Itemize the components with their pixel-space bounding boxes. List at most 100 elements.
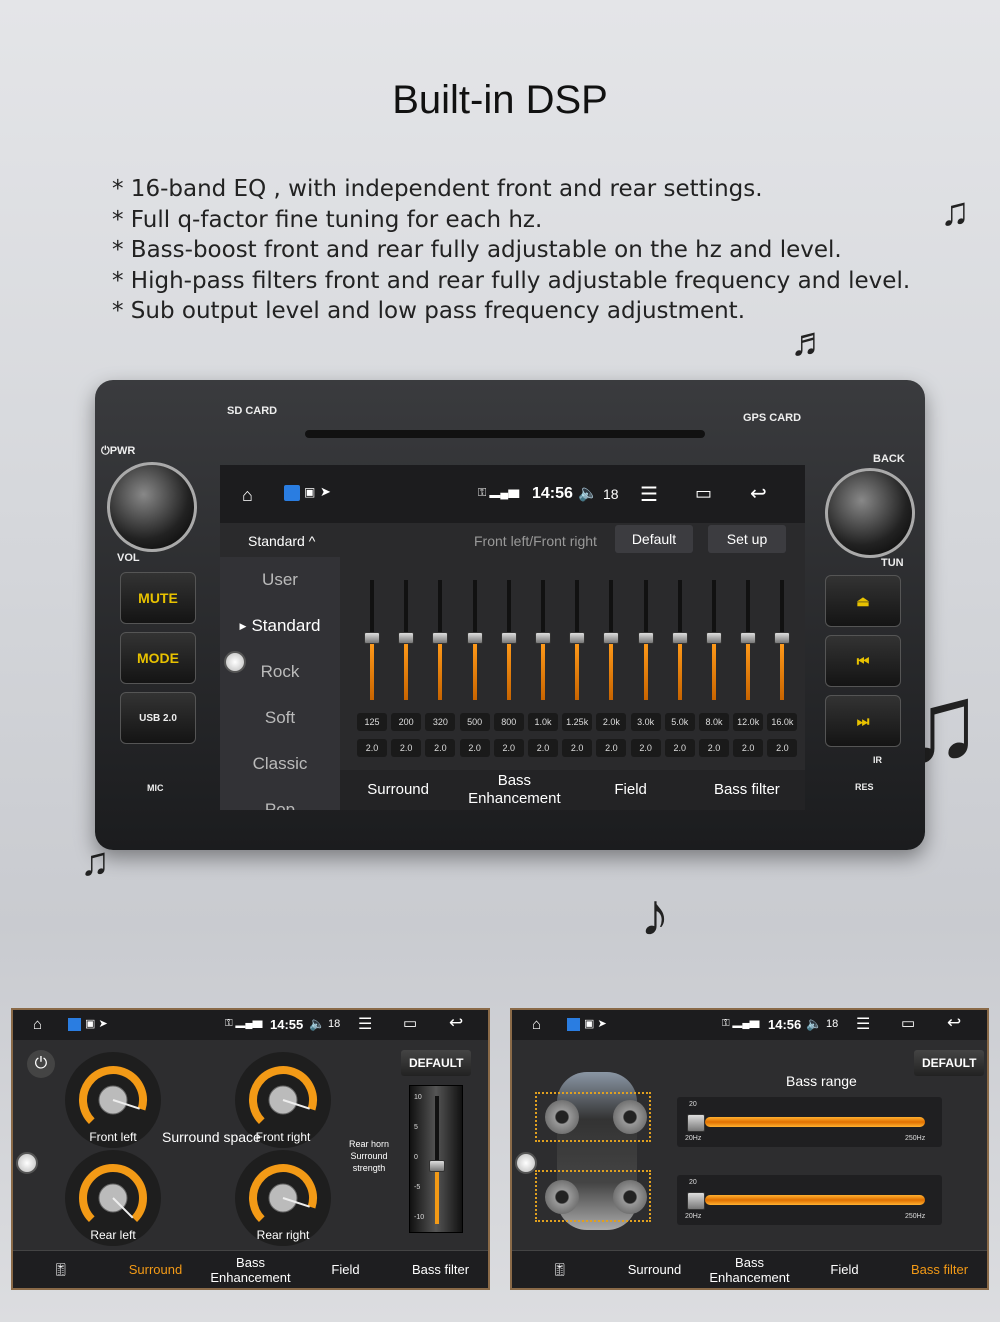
recent-apps-icon[interactable]: ▭ bbox=[403, 1014, 417, 1032]
previous-button[interactable]: ⏮ bbox=[825, 635, 901, 687]
eq-frequency[interactable]: 3.0k bbox=[630, 713, 661, 731]
slider-thumb[interactable] bbox=[687, 1192, 705, 1210]
eq-q-value[interactable]: 2.0 bbox=[733, 739, 764, 757]
surround-strength-fader[interactable]: 10 5 0 -5 -10 bbox=[409, 1085, 463, 1233]
rear-bass-slider[interactable]: 20 20Hz 250Hz bbox=[677, 1175, 942, 1225]
eq-band-thumb[interactable] bbox=[706, 632, 722, 644]
eq-frequency[interactable]: 8.0k bbox=[699, 713, 729, 731]
fader-thumb[interactable] bbox=[429, 1160, 445, 1173]
eq-q-value[interactable]: 2.0 bbox=[459, 739, 490, 757]
eq-band-thumb[interactable] bbox=[466, 632, 483, 644]
eq-band-thumb[interactable] bbox=[432, 632, 449, 644]
disc-slot bbox=[305, 430, 705, 438]
front-bass-slider[interactable]: 20 20Hz 250Hz bbox=[677, 1097, 942, 1147]
floating-assist-button[interactable] bbox=[224, 651, 246, 673]
eq-band-thumb[interactable] bbox=[535, 632, 551, 644]
tab-surround[interactable]: Surround bbox=[607, 1251, 702, 1288]
volume-knob[interactable] bbox=[107, 462, 197, 552]
back-icon[interactable]: ↩ bbox=[449, 1013, 463, 1033]
mute-button[interactable]: MUTE bbox=[120, 572, 196, 624]
fader-fill bbox=[435, 1166, 439, 1224]
eq-q-value[interactable]: 2.0 bbox=[493, 739, 524, 757]
default-button[interactable]: Default bbox=[615, 525, 693, 553]
menu-icon[interactable]: ☰ bbox=[856, 1014, 870, 1034]
tab-field[interactable]: Field bbox=[573, 770, 689, 810]
power-button[interactable]: ⏻ bbox=[27, 1050, 55, 1078]
preset-classic[interactable]: Classic bbox=[220, 741, 340, 787]
eq-band-fill bbox=[404, 643, 409, 700]
tab-bass-enhancement[interactable]: Bass Enhancement bbox=[203, 1251, 298, 1288]
eq-frequency[interactable]: 320 bbox=[425, 713, 456, 731]
default-button[interactable]: DEFAULT bbox=[401, 1050, 472, 1076]
eject-button[interactable]: ⏏ bbox=[825, 575, 901, 627]
eq-q-value[interactable]: 2.0 bbox=[391, 739, 422, 757]
preset-user[interactable]: User bbox=[220, 557, 340, 603]
eq-frequency[interactable]: 1.0k bbox=[528, 713, 558, 731]
eq-band-thumb[interactable] bbox=[603, 632, 620, 644]
eq-band-thumb[interactable] bbox=[500, 632, 517, 644]
floating-assist-button[interactable] bbox=[515, 1152, 537, 1174]
music-note-icon: ♬ bbox=[790, 320, 830, 364]
tab-bass-filter[interactable]: Bass filter bbox=[689, 770, 805, 810]
eq-band-thumb[interactable] bbox=[364, 632, 380, 644]
slider-fill bbox=[705, 1117, 925, 1127]
slider-thumb[interactable] bbox=[687, 1114, 705, 1132]
eq-band-thumb[interactable] bbox=[740, 632, 757, 644]
tab-bass-enhancement[interactable]: Bass Enhancement bbox=[456, 770, 572, 810]
menu-icon[interactable]: ☰ bbox=[640, 482, 658, 507]
eq-q-value[interactable]: 2.0 bbox=[528, 739, 558, 757]
home-icon[interactable]: ⌂ bbox=[242, 485, 253, 506]
tab-bass-filter[interactable]: Bass filter bbox=[393, 1251, 488, 1288]
eq-q-value[interactable]: 2.0 bbox=[562, 739, 593, 757]
tab-bass-filter[interactable]: Bass filter bbox=[892, 1251, 987, 1288]
recent-apps-icon[interactable]: ▭ bbox=[901, 1014, 915, 1032]
tune-knob[interactable] bbox=[825, 468, 915, 558]
eq-q-value[interactable]: 2.0 bbox=[357, 739, 387, 757]
eq-band-thumb[interactable] bbox=[774, 632, 791, 644]
eq-frequency[interactable]: 1.25k bbox=[562, 713, 593, 731]
next-button[interactable]: ⏭ bbox=[825, 695, 901, 747]
tab-eq[interactable]: 🎚 bbox=[13, 1251, 108, 1288]
eq-frequency[interactable]: 12.0k bbox=[733, 713, 764, 731]
eq-band-thumb[interactable] bbox=[637, 632, 654, 644]
back-icon[interactable]: ↩ bbox=[947, 1013, 961, 1033]
eq-band-thumb[interactable] bbox=[671, 632, 688, 644]
eq-frequency[interactable]: 5.0k bbox=[664, 713, 695, 731]
recent-apps-icon[interactable]: ▭ bbox=[695, 483, 712, 504]
setup-button[interactable]: Set up bbox=[708, 525, 786, 553]
home-icon[interactable]: ⌂ bbox=[33, 1016, 42, 1033]
tab-surround[interactable]: Surround bbox=[340, 770, 456, 810]
eq-q-value[interactable]: 2.0 bbox=[425, 739, 456, 757]
eq-frequency[interactable]: 2.0k bbox=[596, 713, 627, 731]
tab-surround[interactable]: Surround bbox=[108, 1251, 203, 1288]
home-icon[interactable]: ⌂ bbox=[532, 1016, 541, 1033]
eq-band-fill bbox=[609, 643, 614, 700]
mode-button[interactable]: MODE bbox=[120, 632, 196, 684]
tab-eq[interactable]: 🎚 bbox=[512, 1251, 607, 1288]
strength-text: strength bbox=[352, 1163, 386, 1173]
eq-band-thumb[interactable] bbox=[569, 632, 586, 644]
tab-bass-enhancement[interactable]: Bass Enhancement bbox=[702, 1251, 797, 1288]
back-icon[interactable]: ↩ bbox=[750, 481, 767, 506]
speaker-icon bbox=[545, 1180, 579, 1214]
eq-band-thumb[interactable] bbox=[398, 632, 415, 644]
floating-assist-button[interactable] bbox=[16, 1152, 38, 1174]
eq-q-value[interactable]: 2.0 bbox=[767, 739, 798, 757]
eq-q-value[interactable]: 2.0 bbox=[596, 739, 627, 757]
eq-frequency[interactable]: 200 bbox=[391, 713, 422, 731]
preset-standard[interactable]: ▶ Standard bbox=[220, 603, 340, 649]
eq-frequency[interactable]: 500 bbox=[459, 713, 490, 731]
eq-frequency[interactable]: 800 bbox=[493, 713, 524, 731]
eq-q-value[interactable]: 2.0 bbox=[699, 739, 729, 757]
default-button[interactable]: DEFAULT bbox=[914, 1050, 985, 1076]
eq-q-value[interactable]: 2.0 bbox=[630, 739, 661, 757]
menu-icon[interactable]: ☰ bbox=[358, 1014, 372, 1034]
tab-field[interactable]: Field bbox=[797, 1251, 892, 1288]
eq-frequency[interactable]: 16.0k bbox=[767, 713, 798, 731]
eq-frequency[interactable]: 125 bbox=[357, 713, 387, 731]
tab-field[interactable]: Field bbox=[298, 1251, 393, 1288]
eq-q-value[interactable]: 2.0 bbox=[664, 739, 695, 757]
preset-pop[interactable]: Pop bbox=[220, 787, 340, 810]
preset-soft[interactable]: Soft bbox=[220, 695, 340, 741]
preset-dropdown[interactable]: Standard ^ bbox=[248, 533, 315, 549]
